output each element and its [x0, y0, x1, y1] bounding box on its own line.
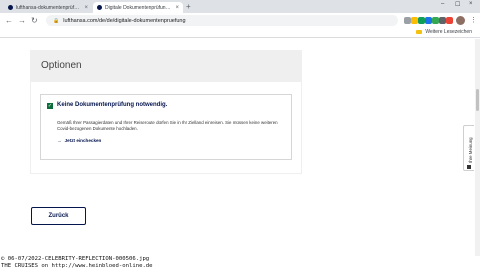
lufthansa-favicon-icon	[97, 5, 102, 10]
profile-avatar[interactable]	[456, 16, 465, 25]
feedback-label: Ihre Meinung	[468, 137, 473, 163]
page-content: Optionen ✓ Keine Dokumentenprüfung notwe…	[0, 39, 480, 256]
extension-icon[interactable]	[432, 17, 439, 24]
options-title: Optionen	[41, 60, 82, 71]
lock-icon: 🔒	[53, 17, 60, 24]
feedback-icon	[467, 165, 471, 169]
browser-toolbar: ← → ↻ 🔒 lufthansa.com/de/de/digitale-dok…	[0, 13, 480, 28]
watermark-line-2: THE CRUISES on http://www.heinbloed-onli…	[1, 263, 153, 269]
checkin-link[interactable]: → Jetzt einchecken	[57, 138, 101, 143]
extension-icon[interactable]	[446, 17, 453, 24]
extension-icon[interactable]	[411, 17, 418, 24]
tab-label: lufthansa-dokumentenprüfung	[16, 4, 82, 11]
feedback-tab[interactable]: Ihre Meinung	[463, 125, 474, 171]
tab-strip: lufthansa-dokumentenprüfung × Digitale D…	[0, 0, 480, 13]
result-heading: Keine Dokumentenprüfung notwendig.	[57, 102, 168, 108]
browser-tab-2-active[interactable]: Digitale Dokumentenprüfung | L ×	[93, 2, 183, 13]
minimize-icon[interactable]: –	[441, 1, 444, 7]
extension-icon[interactable]	[418, 17, 425, 24]
address-url: lufthansa.com/de/de/digitale-dokumentenp…	[63, 17, 186, 24]
back-button[interactable]: Zurück	[31, 207, 86, 225]
page-scrollbar[interactable]	[475, 39, 480, 256]
tab-close-icon[interactable]: ×	[175, 5, 179, 11]
extension-icon[interactable]	[439, 17, 446, 24]
checkin-link-label: Jetzt einchecken	[64, 138, 102, 143]
maximize-icon[interactable]: ☐	[455, 1, 460, 8]
photo-watermark: © 06-07/2022-CELEBRITY-REFLECTION-000506…	[0, 256, 480, 270]
browser-tab-1[interactable]: lufthansa-dokumentenprüfung ×	[4, 2, 92, 13]
other-bookmarks[interactable]: Weitere Lesezeichen	[416, 29, 472, 35]
arrow-right-icon: →	[57, 138, 62, 143]
scrollbar-thumb[interactable]	[476, 89, 479, 111]
extension-icon[interactable]	[404, 17, 411, 24]
folder-icon	[416, 30, 423, 34]
back-arrow-icon[interactable]: ←	[5, 15, 13, 26]
address-bar[interactable]: 🔒 lufthansa.com/de/de/digitale-dokumente…	[46, 15, 398, 26]
new-tab-button[interactable]: +	[186, 2, 191, 11]
menu-kebab-icon[interactable]: ⋮	[470, 16, 477, 24]
options-header: Optionen	[30, 50, 302, 82]
other-bookmarks-label: Weitere Lesezeichen	[425, 29, 472, 35]
bookmarks-bar: Weitere Lesezeichen	[0, 28, 480, 38]
tab-close-icon[interactable]: ×	[84, 5, 88, 11]
tab-label: Digitale Dokumentenprüfung | L	[105, 4, 173, 11]
result-text: Gemäß Ihrer Passagierdaten und Ihrer Rei…	[57, 120, 278, 131]
extension-icon[interactable]	[425, 17, 432, 24]
reload-icon[interactable]: ↻	[31, 15, 38, 26]
checkmark-icon: ✓	[47, 103, 53, 109]
close-window-icon[interactable]: ×	[469, 1, 473, 7]
watermark-line-1: © 06-07/2022-CELEBRITY-REFLECTION-000506…	[1, 256, 150, 262]
result-card: ✓ Keine Dokumentenprüfung notwendig. Gem…	[40, 94, 292, 160]
lufthansa-favicon-icon	[8, 5, 13, 10]
forward-arrow-icon[interactable]: →	[18, 15, 26, 26]
